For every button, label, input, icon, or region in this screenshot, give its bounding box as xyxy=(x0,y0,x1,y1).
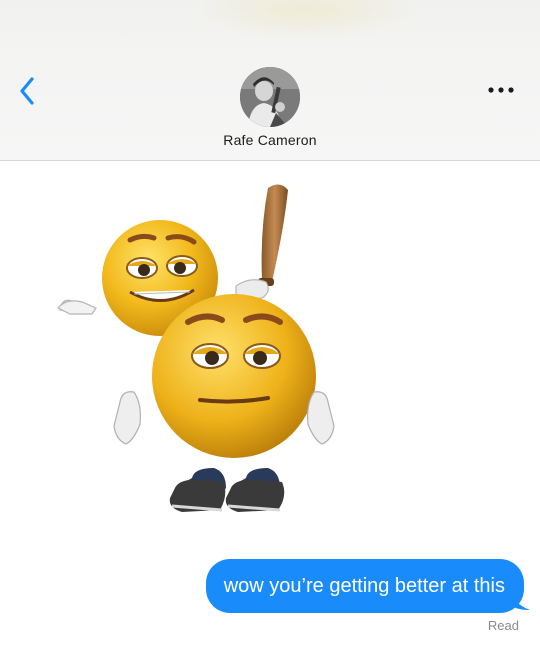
contact-name[interactable]: Rafe Cameron xyxy=(0,132,540,148)
emoji-bat-image xyxy=(22,180,388,538)
header-glow xyxy=(190,0,420,40)
image-message[interactable] xyxy=(22,180,388,538)
contact-avatar[interactable] xyxy=(240,67,300,127)
ellipsis-icon xyxy=(488,87,514,93)
bubble-tail xyxy=(512,592,530,610)
avatar-photo xyxy=(240,67,300,127)
outgoing-message-bubble[interactable]: wow you’re getting better at this xyxy=(205,559,524,613)
read-receipt: Read xyxy=(487,618,519,633)
more-options-button[interactable] xyxy=(484,80,518,100)
conversation-header: Rafe Cameron xyxy=(0,0,540,161)
back-button[interactable] xyxy=(12,74,42,108)
chevron-left-icon xyxy=(20,77,34,105)
